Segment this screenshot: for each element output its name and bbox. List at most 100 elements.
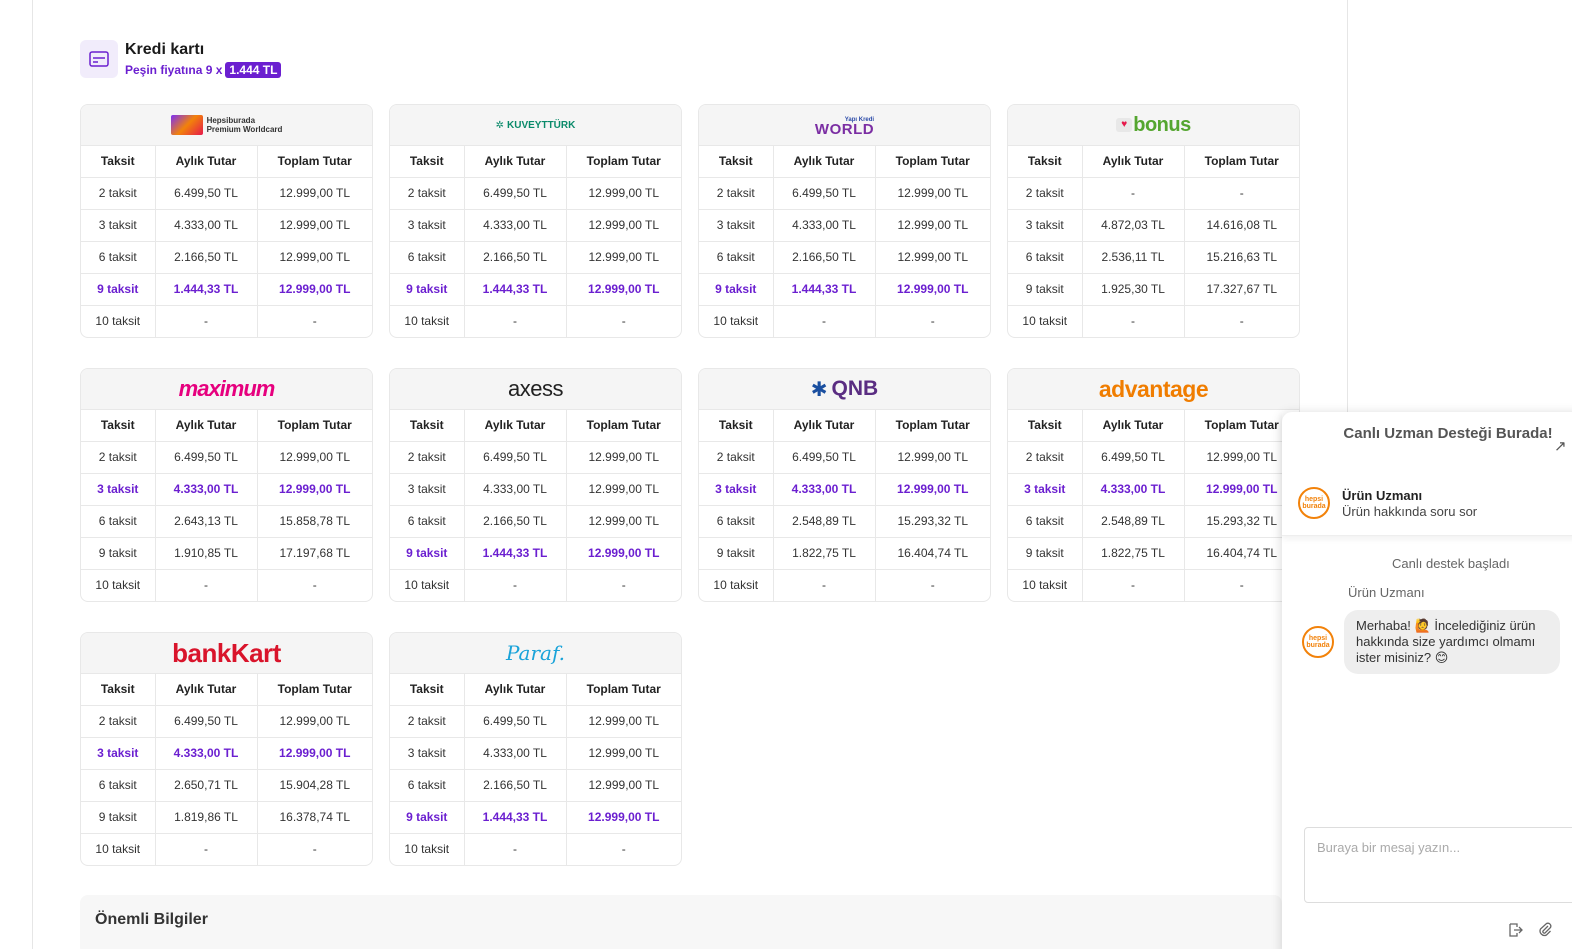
avatar-line2: burada (1302, 503, 1326, 510)
table-header-row: Taksit Aylık Tutar Toplam Tutar (390, 146, 681, 178)
table-row: 3 taksit 4.333,00 TL 12.999,00 TL (81, 737, 372, 770)
chat-title: Canlı Uzman Desteği Burada! (1343, 425, 1553, 442)
table-header-row: Taksit Aylık Tutar Toplam Tutar (81, 674, 372, 706)
paperclip-icon[interactable] (1537, 922, 1553, 938)
toplam-tutar-cell: 17.327,67 TL (1184, 273, 1299, 306)
table-header-row: Taksit Aylık Tutar Toplam Tutar (1008, 410, 1299, 442)
column-header: Toplam Tutar (257, 410, 372, 442)
installment-table: Taksit Aylık Tutar Toplam Tutar 2 taksit 6.4… (390, 674, 681, 865)
table-row: 2 taksit 6.499,50 TL 12.999,00 TL (390, 441, 681, 474)
aylik-tutar-cell: 1.444,33 TL (773, 273, 876, 306)
table-row: 3 taksit 4.333,00 TL 12.999,00 TL (81, 209, 372, 242)
taksit-cell: 6 taksit (1008, 505, 1083, 538)
onemli-bilgiler-section: Önemli Bilgiler (80, 895, 1282, 949)
toplam-tutar-cell: 15.216,63 TL (1184, 241, 1299, 274)
message-bubble: Merhaba! 🙋 İncelediğiniz ürün hakkında s… (1344, 610, 1560, 674)
column-header: Toplam Tutar (1184, 146, 1299, 178)
exit-icon[interactable] (1507, 922, 1523, 938)
aylik-tutar-cell: 6.499,50 TL (1082, 441, 1185, 474)
table-header-row: Taksit Aylık Tutar Toplam Tutar (81, 410, 372, 442)
taksit-cell: 2 taksit (390, 177, 465, 210)
kuveytturk-logo: ✲ KUVEYTTÜRK (495, 119, 576, 131)
aylik-tutar-cell: 2.166,50 TL (464, 769, 567, 802)
aylik-tutar-cell: 1.444,33 TL (155, 273, 258, 306)
taksit-cell: 9 taksit (1008, 273, 1083, 306)
taksit-cell: 3 taksit (1008, 209, 1083, 242)
expand-icon[interactable]: ↗ (1554, 437, 1567, 455)
column-header: Aylık Tutar (464, 674, 567, 706)
taksit-cell: 6 taksit (699, 505, 774, 538)
column-header: Toplam Tutar (566, 674, 681, 706)
table-row: 9 taksit 1.822,75 TL 16.404,74 TL (699, 537, 990, 570)
taksit-cell: 10 taksit (81, 569, 156, 601)
table-header-row: Taksit Aylık Tutar Toplam Tutar (390, 410, 681, 442)
aylik-tutar-cell: - (464, 305, 567, 337)
aylik-tutar-cell: - (1082, 305, 1185, 337)
toplam-tutar-cell: 12.999,00 TL (257, 737, 372, 770)
table-row: 10 taksit - - (81, 305, 372, 337)
aylik-tutar-cell: - (155, 569, 258, 601)
table-row: 10 taksit - - (390, 833, 681, 865)
toplam-tutar-cell: 12.999,00 TL (875, 273, 990, 306)
taksit-cell: 2 taksit (390, 705, 465, 738)
taksit-cell: 9 taksit (1008, 537, 1083, 570)
toplam-tutar-cell: 12.999,00 TL (566, 737, 681, 770)
installment-card-bankkart: bankKart Taksit Aylık Tutar Toplam Tutar 2 t… (80, 632, 373, 866)
column-header: Aylık Tutar (464, 410, 567, 442)
table-row: 2 taksit 6.499,50 TL 12.999,00 TL (81, 177, 372, 210)
bank-logo-row: ♥ bonus (1008, 105, 1299, 146)
kredi-karti-header: Kredi kartı Peşin fiyatına 9 x 1.444 TL (80, 40, 282, 78)
aylik-tutar-cell: 6.499,50 TL (155, 705, 258, 738)
table-row: 6 taksit 2.166,50 TL 12.999,00 TL (390, 505, 681, 538)
table-row: 2 taksit 6.499,50 TL 12.999,00 TL (81, 441, 372, 474)
table-row: 10 taksit - - (81, 569, 372, 601)
toplam-tutar-cell: 14.616,08 TL (1184, 209, 1299, 242)
toplam-tutar-cell: 15.293,32 TL (875, 505, 990, 538)
installment-card-axess: axess Taksit Aylık Tutar Toplam Tutar 2 taks… (389, 368, 682, 602)
table-row: 2 taksit 6.499,50 TL 12.999,00 TL (81, 705, 372, 738)
toplam-tutar-cell: 15.904,28 TL (257, 769, 372, 802)
taksit-cell: 10 taksit (390, 569, 465, 601)
message-row: hepsi burada Merhaba! 🙋 İncelediğiniz ür… (1302, 610, 1560, 674)
aylik-tutar-cell: 2.166,50 TL (155, 241, 258, 274)
price-badge: 1.444 TL (225, 62, 282, 78)
toplam-tutar-cell: - (930, 314, 935, 329)
aylik-tutar-cell: 4.333,00 TL (155, 209, 258, 242)
chat-widget: Canlı Uzman Desteği Burada! ↗ hepsi bura… (1282, 412, 1572, 949)
table-row: 9 taksit 1.925,30 TL 17.327,67 TL (1008, 273, 1299, 306)
table-row: 10 taksit - - (81, 833, 372, 865)
chat-message-input[interactable] (1304, 827, 1572, 903)
table-row: 10 taksit - - (390, 305, 681, 337)
world-logo: Yapı Kredi WORLD (814, 117, 875, 138)
column-header: Toplam Tutar (257, 674, 372, 706)
table-header-row: Taksit Aylık Tutar Toplam Tutar (81, 146, 372, 178)
taksit-cell: 10 taksit (81, 305, 156, 337)
aylik-tutar-cell: 4.872,03 TL (1082, 209, 1185, 242)
toplam-tutar-cell: 16.404,74 TL (875, 537, 990, 570)
table-header-row: Taksit Aylık Tutar Toplam Tutar (390, 674, 681, 706)
paraf-logo: Paraf. (505, 641, 565, 665)
column-header: Toplam Tutar (875, 410, 990, 442)
bank-logo-row: maximum (81, 369, 372, 410)
taksit-cell: 2 taksit (1008, 177, 1083, 210)
toplam-tutar-cell: - (621, 578, 626, 593)
toplam-tutar-cell: 16.378,74 TL (257, 801, 372, 834)
toplam-tutar-cell: 12.999,00 TL (566, 177, 681, 210)
taksit-cell: 6 taksit (699, 241, 774, 274)
toplam-tutar-cell: 12.999,00 TL (566, 209, 681, 242)
table-row: 9 taksit 1.822,75 TL 16.404,74 TL (1008, 537, 1299, 570)
installment-card-maximum: maximum Taksit Aylık Tutar Toplam Tutar 2 ta… (80, 368, 373, 602)
bank-logo-row: Yapı Kredi WORLD (699, 105, 990, 146)
taksit-cell: 6 taksit (81, 505, 156, 538)
toplam-tutar-cell: 12.999,00 TL (566, 441, 681, 474)
column-header: Aylık Tutar (464, 146, 567, 178)
toplam-tutar-cell: 12.999,00 TL (257, 473, 372, 506)
toplam-tutar-cell: 12.999,00 TL (257, 705, 372, 738)
agent-name: Ürün Uzmanı (1342, 487, 1423, 503)
hepsiburada-avatar: hepsi burada (1302, 626, 1334, 658)
toplam-tutar-cell: 12.999,00 TL (566, 273, 681, 306)
column-header: Aylık Tutar (773, 146, 876, 178)
installment-table: Taksit Aylık Tutar Toplam Tutar 2 taksit 6.4… (81, 410, 372, 601)
taksit-cell: 6 taksit (1008, 241, 1083, 274)
column-header: Taksit (81, 146, 156, 178)
